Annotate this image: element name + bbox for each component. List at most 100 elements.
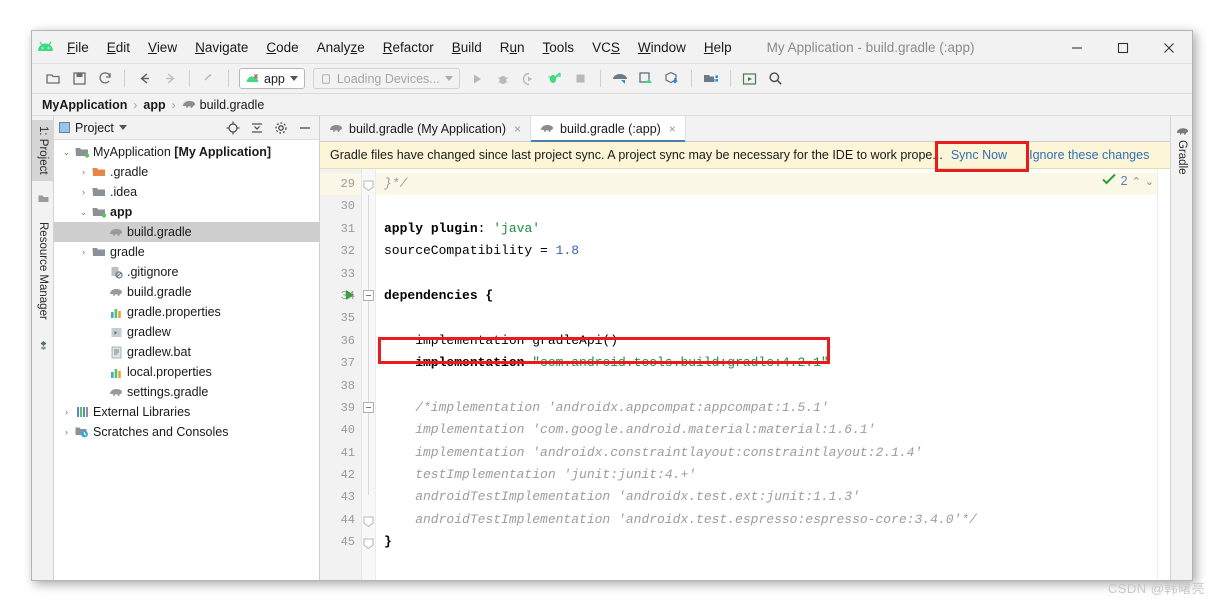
ignore-changes-link[interactable]: Ignore these changes [1029,148,1149,162]
menu-item-vcs[interactable]: VCS [583,37,629,58]
chevron-down-icon[interactable]: ⌄ [60,147,73,158]
tree-item-scratches-and-consoles[interactable]: › Scratches and Consoles [54,422,319,442]
inspection-widget[interactable]: 2 ⌃ ⌄ [1101,173,1154,189]
fold-cell[interactable] [362,397,375,419]
breadcrumb-item-build-gradle[interactable]: build.gradle [182,98,264,112]
gradle-sync-icon[interactable] [659,66,685,92]
layout-inspector-icon[interactable] [737,66,763,92]
menu-item-window[interactable]: Window [629,37,695,58]
chevron-right-icon[interactable]: › [60,407,73,417]
fold-collapse-icon[interactable] [363,289,374,301]
tree-item-myapplication[interactable]: ⌄ MyApplication [My Application] [54,142,319,162]
hide-icon[interactable] [295,118,314,137]
menu-item-refactor[interactable]: Refactor [374,37,443,58]
chevron-down-icon-inspect[interactable]: ⌄ [1145,175,1154,188]
sidebar-item-project[interactable]: 1: Project [32,120,54,181]
chevron-right-icon[interactable]: › [77,247,90,257]
sidebar-item-gradle[interactable]: Gradle [1171,120,1192,181]
fold-cell[interactable] [362,531,375,553]
fold-cell [362,419,375,441]
tree-item-gradle[interactable]: › gradle [54,242,319,262]
breadcrumb-label: app [143,97,166,112]
close-button[interactable] [1146,31,1192,64]
breadcrumb-item-myapplication[interactable]: MyApplication [42,98,127,112]
run-gutter-icon[interactable] [346,289,354,300]
locate-icon[interactable] [223,118,242,137]
debug-icon[interactable] [490,66,516,92]
menu-item-build[interactable]: Build [443,37,491,58]
breadcrumb-item-app[interactable]: app [143,98,165,112]
chevron-down-icon-project[interactable] [118,125,127,130]
fold-cell [362,375,375,397]
run-configuration-selector[interactable]: app [239,68,305,89]
stop-icon[interactable] [568,66,594,92]
sync-now-link[interactable]: Sync Now [951,148,1007,162]
tree-item-gradle-properties[interactable]: gradle.properties [54,302,319,322]
project-structure-icon[interactable] [698,66,724,92]
menu-item-file[interactable]: File [58,37,98,58]
avd-manager-icon[interactable] [607,66,633,92]
code-line: androidTestImplementation 'androidx.test… [376,486,1157,508]
tree-item-gradlew[interactable]: gradlew [54,322,319,342]
chevron-right-icon[interactable]: › [77,187,90,197]
tree-item-local-properties[interactable]: local.properties [54,362,319,382]
menu-item-code[interactable]: Code [257,37,307,58]
tree-item--gradle[interactable]: › .gradle [54,162,319,182]
editor-tab-2[interactable]: build.gradle (:app) × [531,116,686,142]
editor-scrollbar[interactable] [1157,169,1170,580]
sync-refresh-icon[interactable] [92,66,118,92]
search-icon[interactable] [763,66,789,92]
chevron-up-icon[interactable]: ⌃ [1132,175,1141,188]
tree-item-build-gradle[interactable]: build.gradle [54,282,319,302]
forward-arrow-icon[interactable] [157,66,183,92]
maximize-button[interactable] [1100,31,1146,64]
tree-item--gitignore[interactable]: .gitignore [54,262,319,282]
chevron-right-icon[interactable]: › [60,427,73,437]
menu-item-analyze[interactable]: Analyze [308,37,374,58]
menu-item-navigate[interactable]: Navigate [186,37,257,58]
fold-cell[interactable] [362,173,375,195]
tree-item-external-libraries[interactable]: › External Libraries [54,402,319,422]
code-token: implementation 'androidx.constraintlayou… [384,444,923,460]
save-icon[interactable] [66,66,92,92]
settings-gear-icon[interactable] [271,118,290,137]
tree-item-gradlew-bat[interactable]: gradlew.bat [54,342,319,362]
chevron-down-icon[interactable]: ⌄ [77,207,90,218]
fold-end-icon[interactable] [363,536,374,550]
run-coverage-icon[interactable] [516,66,542,92]
sidebar-item-resource-manager[interactable]: Resource Manager [32,216,54,326]
menu-item-run[interactable]: Run [491,37,534,58]
minimize-button[interactable] [1054,31,1100,64]
tree-item-build-gradle[interactable]: build.gradle [54,222,319,242]
fold-end-icon[interactable] [363,178,374,192]
fold-end-icon[interactable] [363,514,374,527]
open-folder-icon[interactable] [40,66,66,92]
editor-tab-1[interactable]: build.gradle (My Application) × [320,116,532,141]
close-icon-tab[interactable]: × [514,122,521,136]
sdk-manager-icon[interactable] [633,66,659,92]
device-selector[interactable]: Loading Devices... [312,68,460,89]
menu-item-tools[interactable]: Tools [534,37,584,58]
close-icon-tab[interactable]: × [669,122,676,136]
fold-collapse-icon[interactable] [363,401,374,413]
tree-item-app[interactable]: ⌄ app [54,202,319,222]
line-number: 43 [340,490,355,505]
run-icon[interactable] [464,66,490,92]
tree-item--idea[interactable]: › .idea [54,182,319,202]
fold-gutter[interactable] [346,169,376,580]
code-token: : [477,220,494,236]
fold-cell[interactable] [346,285,375,307]
fold-cell[interactable] [362,509,375,531]
back-arrow-icon[interactable] [131,66,157,92]
menu-item-help[interactable]: Help [695,37,741,58]
menu-item-view[interactable]: View [139,37,186,58]
code-editor[interactable]: 29 30 31 32 33 34 35 36 37 38 39 40 41 42 43 44 45 }*/ a… [320,169,1170,580]
tree-item-settings-gradle[interactable]: settings.gradle [54,382,319,402]
menu-bar: File Edit View Navigate Code Analyze Refactor B… [58,37,741,58]
menu-item-edit[interactable]: Edit [98,37,139,58]
code-content[interactable]: }*/ apply plugin: 'java' sourceCompatibil… [376,169,1157,580]
profile-icon[interactable] [542,66,568,92]
collapse-all-icon[interactable] [247,118,266,137]
up-arrow-icon[interactable] [196,66,222,92]
chevron-right-icon[interactable]: › [77,167,90,177]
